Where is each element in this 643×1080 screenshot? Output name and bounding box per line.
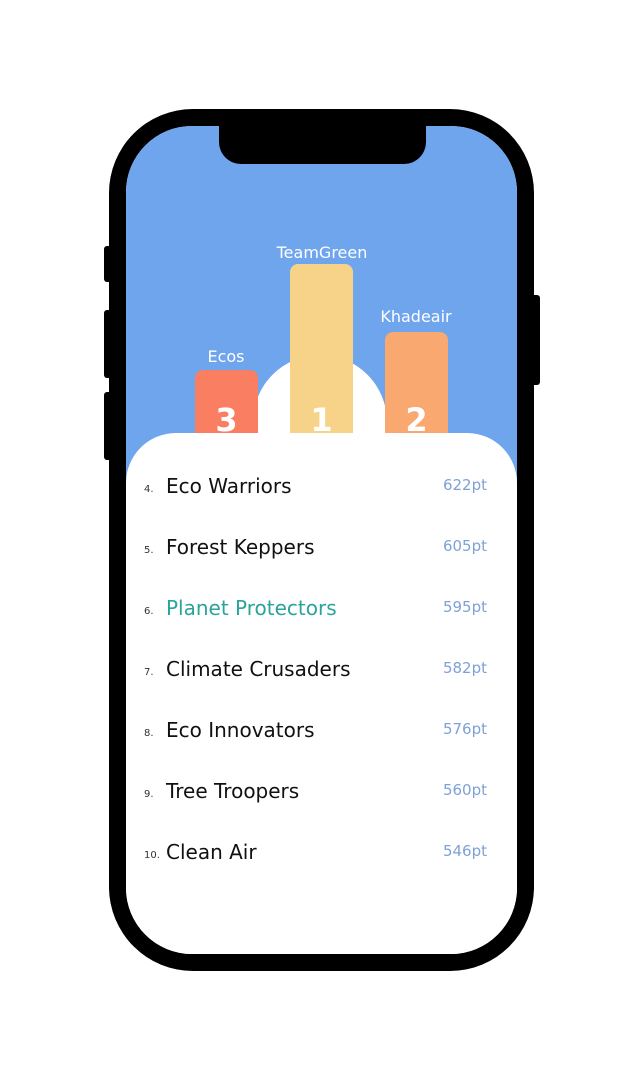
row-team-name: Eco Warriors [166, 474, 292, 498]
row-points: 595pt [442, 598, 487, 616]
leaderboard-row[interactable]: 8. Eco Innovators 576pt [126, 710, 517, 750]
row-team-name: Climate Crusaders [166, 657, 351, 681]
leaderboard-row[interactable]: 5. Forest Keppers 605pt [126, 527, 517, 567]
row-rank: 4. [144, 484, 154, 495]
leaderboard-row[interactable]: 4. Eco Warriors 622pt [126, 466, 517, 506]
row-team-name: Clean Air [166, 840, 257, 864]
row-points: 622pt [442, 476, 487, 494]
row-rank: 10. [144, 850, 160, 861]
row-rank: 7. [144, 667, 154, 678]
phone-frame: Ecos 3 TeamGreen 1 Khadeair 2 4. Eco War… [109, 109, 534, 971]
row-points: 605pt [442, 537, 487, 555]
row-rank: 9. [144, 789, 154, 800]
row-points: 582pt [442, 659, 487, 677]
leaderboard-row[interactable]: 7. Climate Crusaders 582pt [126, 649, 517, 689]
row-rank: 6. [144, 606, 154, 617]
row-points: 546pt [442, 842, 487, 860]
row-team-name: Eco Innovators [166, 718, 315, 742]
leaderboard-row[interactable]: 10. Clean Air 546pt [126, 832, 517, 872]
phone-screen: Ecos 3 TeamGreen 1 Khadeair 2 4. Eco War… [126, 126, 517, 954]
row-points: 560pt [442, 781, 487, 799]
row-points: 576pt [442, 720, 487, 738]
podium-team-name-1: TeamGreen [276, 243, 368, 262]
row-team-name: Forest Keppers [166, 535, 315, 559]
podium-bar-1[interactable]: 1 [290, 264, 353, 450]
stage: Ecos 3 TeamGreen 1 Khadeair 2 4. Eco War… [0, 0, 643, 1080]
podium-team-name-3: Ecos [207, 347, 245, 366]
leaderboard-card [126, 433, 517, 954]
row-team-name: Planet Protectors [166, 596, 337, 620]
leaderboard-row[interactable]: 9. Tree Troopers 560pt [126, 771, 517, 811]
podium-team-name-2: Khadeair [380, 307, 452, 326]
row-rank: 5. [144, 545, 154, 556]
phone-notch [219, 126, 426, 164]
row-rank: 8. [144, 728, 154, 739]
leaderboard-row-current-team[interactable]: 6. Planet Protectors 595pt [126, 588, 517, 628]
row-team-name: Tree Troopers [166, 779, 300, 803]
